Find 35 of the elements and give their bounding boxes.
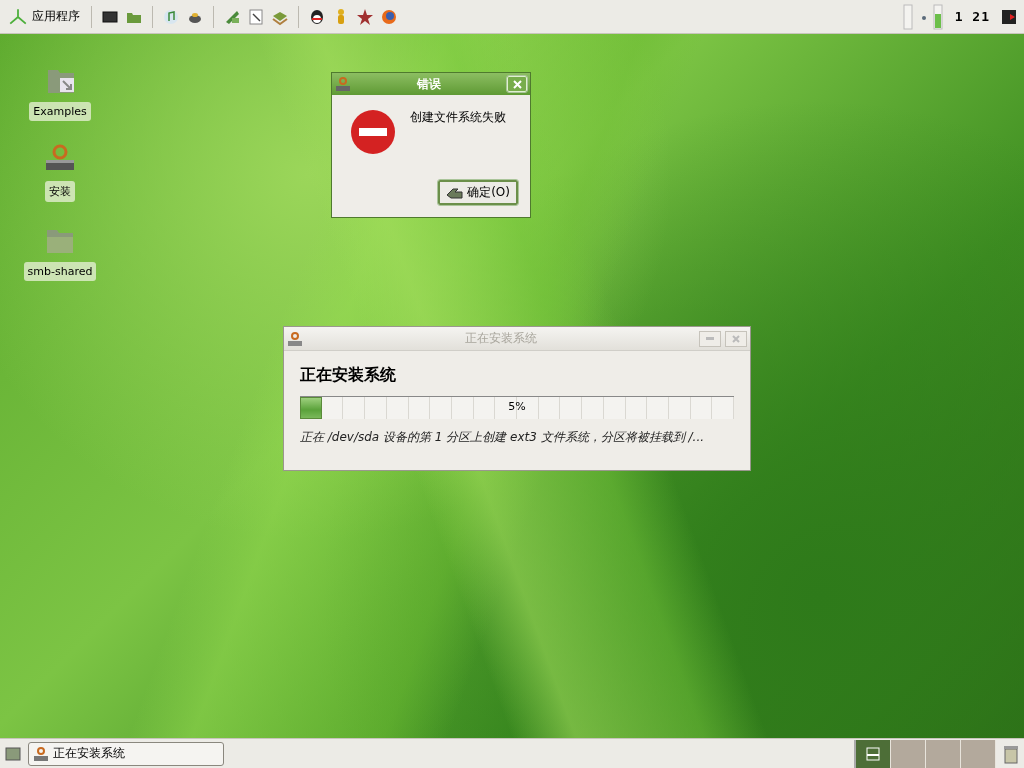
error-message: 创建文件系统失败 (410, 109, 506, 126)
logout-icon[interactable] (1000, 7, 1018, 26)
close-button[interactable] (725, 330, 747, 347)
progress-percentage: 5% (508, 400, 526, 413)
installer-icon (33, 745, 49, 762)
desktop-icon-label[interactable]: 安装 (45, 181, 75, 202)
clock[interactable]: 1 21 (950, 9, 994, 24)
workspace-switcher-cell[interactable] (961, 739, 996, 768)
workspace-switcher-cell[interactable] (891, 739, 926, 768)
workspace-switcher-cell[interactable] (856, 739, 891, 768)
show-desktop-icon[interactable] (4, 744, 22, 763)
trash-icon[interactable] (1002, 743, 1020, 764)
window-title: 正在安装系统 (464, 330, 538, 347)
minimize-button[interactable] (699, 330, 721, 347)
workspace-switcher-cell[interactable] (926, 739, 961, 768)
close-icon (732, 334, 740, 343)
penguin-icon[interactable] (308, 7, 326, 26)
applications-menu[interactable]: 应用程序 (6, 4, 82, 29)
installer-icon (287, 330, 303, 347)
window-miniature-icon (866, 746, 880, 761)
close-icon (512, 79, 522, 89)
desktop-icon-label[interactable]: smb-shared (23, 262, 97, 281)
ok-button[interactable]: 确定(O) (438, 180, 518, 205)
tripod-logo-icon[interactable] (8, 6, 28, 27)
dialog-title: 错误 (416, 75, 442, 93)
browser-icon[interactable] (380, 7, 398, 26)
install-heading: 正在安装系统 (300, 365, 397, 386)
error-icon (350, 109, 396, 155)
installer-icon (335, 76, 351, 92)
document-edit-icon[interactable] (247, 7, 265, 26)
install-status-text: 正在 /dev/sda 设备的第 1 分区上创建 ext3 文件系统，分区将被挂载到 /... (300, 429, 706, 446)
desktop-icon-label[interactable]: Examples (29, 102, 91, 121)
minimize-icon (706, 337, 714, 340)
star-icon[interactable] (356, 7, 374, 26)
taskbar-window-button[interactable]: 正在安装系统 (28, 741, 224, 766)
